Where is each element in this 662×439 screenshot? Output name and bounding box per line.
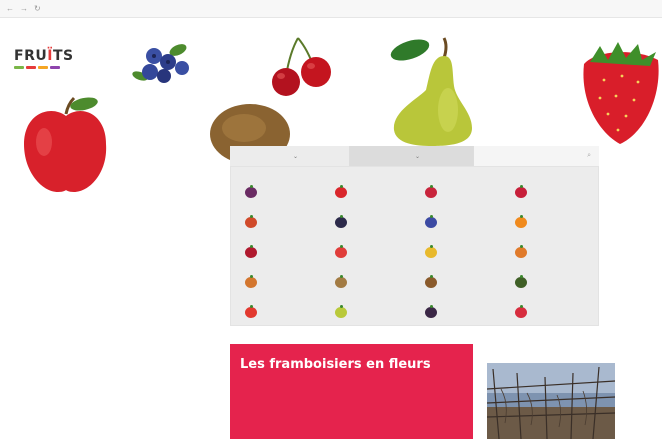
logo-color-bar xyxy=(14,66,74,69)
cherries-image xyxy=(272,37,331,96)
fruit-icon xyxy=(425,274,437,288)
logo-color-segment xyxy=(14,66,24,69)
reload-icon[interactable]: ↻ xyxy=(34,4,41,13)
logo-wordmark: FRU Ï TS xyxy=(14,48,74,64)
fruit-menu-item[interactable] xyxy=(335,237,425,267)
fruit-menu-item[interactable] xyxy=(335,297,425,327)
fruit-icon xyxy=(515,214,527,228)
fruit-icon xyxy=(245,274,257,288)
back-icon[interactable]: ← xyxy=(6,4,14,13)
featured-article-card[interactable]: Les framboisiers en fleurs xyxy=(230,344,473,439)
logo-color-segment xyxy=(26,66,36,69)
fruit-icon xyxy=(515,274,527,288)
blueberries-image xyxy=(132,44,189,83)
fruit-menu-item[interactable] xyxy=(245,297,335,327)
fruit-menu-item[interactable] xyxy=(515,237,605,267)
fruit-icon xyxy=(515,184,527,198)
fruit-menu-item[interactable] xyxy=(245,267,335,297)
fruit-menu-item[interactable] xyxy=(425,207,515,237)
fruit-icon xyxy=(425,244,437,258)
fruit-menu-item[interactable] xyxy=(515,297,605,327)
fruit-icon xyxy=(245,304,257,318)
fruit-icon xyxy=(425,304,437,318)
fruit-menu-item[interactable] xyxy=(425,297,515,327)
fruit-menu-item[interactable] xyxy=(335,177,425,207)
strawberry-image xyxy=(583,42,659,144)
fruit-icon xyxy=(245,184,257,198)
forward-icon[interactable]: → xyxy=(20,4,28,13)
fruit-icon xyxy=(245,244,257,258)
fruit-icon xyxy=(245,214,257,228)
fruit-menu-item[interactable] xyxy=(425,177,515,207)
fruit-menu-item[interactable] xyxy=(245,207,335,237)
fruit-icon xyxy=(335,214,347,228)
apple-image xyxy=(24,96,107,192)
fruit-menu-item[interactable] xyxy=(245,177,335,207)
fruit-icon xyxy=(335,304,347,318)
search-icon[interactable]: ⌕ xyxy=(587,152,591,160)
fruit-menu-panel xyxy=(230,166,599,326)
fruit-icon xyxy=(335,184,347,198)
tab-fruits[interactable]: ⌄ xyxy=(230,146,350,166)
article-title[interactable]: Les framboisiers en fleurs xyxy=(240,357,463,372)
fruit-menu-item[interactable] xyxy=(335,267,425,297)
logo-word-start: FRU xyxy=(14,48,48,64)
logo-color-segment xyxy=(50,66,60,69)
fruit-icon xyxy=(515,304,527,318)
fruit-menu-item[interactable] xyxy=(335,207,425,237)
fruit-icon xyxy=(515,244,527,258)
site-logo[interactable]: FRU Ï TS xyxy=(14,48,74,69)
page: ← → ↻ FRU Ï TS ⌄ ⌄ ⌕ Les framboisiers en… xyxy=(0,0,662,439)
fruit-icon xyxy=(425,184,437,198)
fruit-icon xyxy=(335,244,347,258)
fruit-menu-item[interactable] xyxy=(515,177,605,207)
search-field[interactable]: ⌕ xyxy=(474,146,599,166)
fruit-icon xyxy=(425,214,437,228)
fruit-icon xyxy=(335,274,347,288)
chevron-down-icon: ⌄ xyxy=(292,153,299,160)
fruit-menu-item[interactable] xyxy=(425,237,515,267)
chevron-down-icon: ⌄ xyxy=(414,153,421,160)
category-tabs: ⌄ ⌄ ⌕ xyxy=(230,146,599,166)
fruit-menu-item[interactable] xyxy=(245,237,335,267)
logo-color-segment xyxy=(38,66,48,69)
fruit-grid xyxy=(245,177,605,327)
browser-toolbar: ← → ↻ xyxy=(0,0,662,18)
tab-recipes[interactable]: ⌄ xyxy=(350,146,474,166)
pear-image xyxy=(390,37,472,146)
logo-word-end: TS xyxy=(52,48,74,64)
fruit-menu-item[interactable] xyxy=(425,267,515,297)
orchard-trellis-photo[interactable] xyxy=(487,363,615,439)
fruit-menu-item[interactable] xyxy=(515,267,605,297)
fruit-menu-item[interactable] xyxy=(515,207,605,237)
